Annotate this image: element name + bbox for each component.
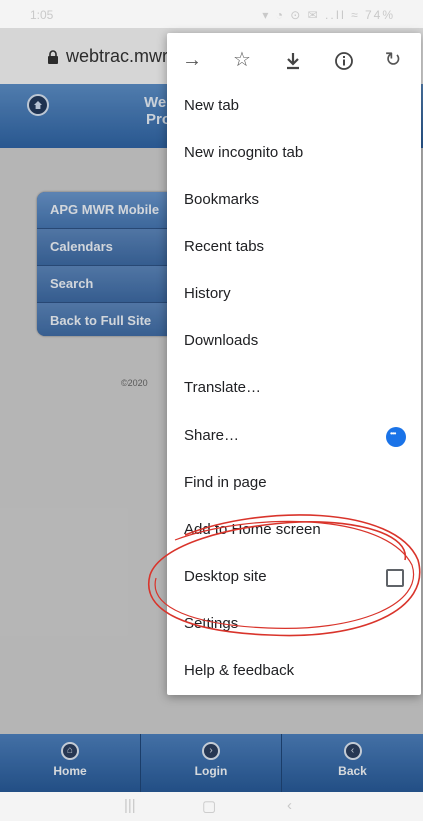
menu-item-downloads[interactable]: Downloads [167, 318, 421, 365]
browser-overflow-menu: → ☆ ↻ New tab New incognito tab Bookmark… [167, 33, 421, 695]
menu-item-label: Bookmarks [184, 191, 260, 208]
menu-item-label: Recent tabs [184, 238, 265, 255]
download-icon[interactable] [278, 45, 308, 75]
menu-item-label: Share… [184, 427, 240, 444]
menu-item-label: Add to Home screen [184, 521, 321, 538]
recents-icon[interactable]: ||| [124, 797, 136, 814]
info-icon[interactable] [329, 45, 359, 75]
star-icon[interactable]: ☆ [227, 45, 257, 75]
menu-item-label: Translate… [184, 379, 261, 396]
status-icons: ▾ ◔ ⊙ ✉ ..Il ≈ 74% [262, 8, 395, 22]
desktop-site-checkbox[interactable] [386, 569, 404, 587]
forward-arrow-icon[interactable]: → [177, 45, 207, 75]
menu-item-label: New tab [184, 97, 240, 114]
menu-item-translate[interactable]: Translate… [167, 365, 421, 412]
menu-item-new-tab[interactable]: New tab [167, 83, 421, 130]
menu-item-history[interactable]: History [167, 271, 421, 318]
menu-item-settings[interactable]: Settings [167, 601, 421, 648]
home-nav-icon[interactable]: ▢ [202, 797, 216, 815]
menu-item-help-feedback[interactable]: Help & feedback [167, 648, 421, 695]
menu-item-label: New incognito tab [184, 144, 304, 161]
menu-item-label: Desktop site [184, 568, 267, 585]
menu-item-add-to-home-screen[interactable]: Add to Home screen [167, 507, 421, 554]
menu-item-label: Help & feedback [184, 662, 295, 679]
menu-item-label: Settings [184, 615, 239, 632]
system-nav-bar: ||| ▢ ‹ [0, 792, 423, 821]
share-app-icon[interactable] [386, 427, 406, 447]
menu-item-find-in-page[interactable]: Find in page [167, 460, 421, 507]
menu-toolbar: → ☆ ↻ [167, 33, 421, 87]
back-nav-icon[interactable]: ‹ [287, 797, 292, 814]
refresh-icon[interactable]: ↻ [378, 45, 408, 75]
status-bar: 1:05 ▾ ◔ ⊙ ✉ ..Il ≈ 74% [0, 0, 423, 28]
menu-item-new-incognito-tab[interactable]: New incognito tab [167, 130, 421, 177]
menu-item-recent-tabs[interactable]: Recent tabs [167, 224, 421, 271]
status-time: 1:05 [30, 8, 54, 22]
menu-item-share[interactable]: Share… [167, 413, 421, 460]
menu-item-label: History [184, 285, 231, 302]
menu-item-label: Find in page [184, 474, 267, 491]
menu-item-label: Downloads [184, 332, 259, 349]
menu-item-bookmarks[interactable]: Bookmarks [167, 177, 421, 224]
menu-item-desktop-site[interactable]: Desktop site [167, 554, 421, 601]
